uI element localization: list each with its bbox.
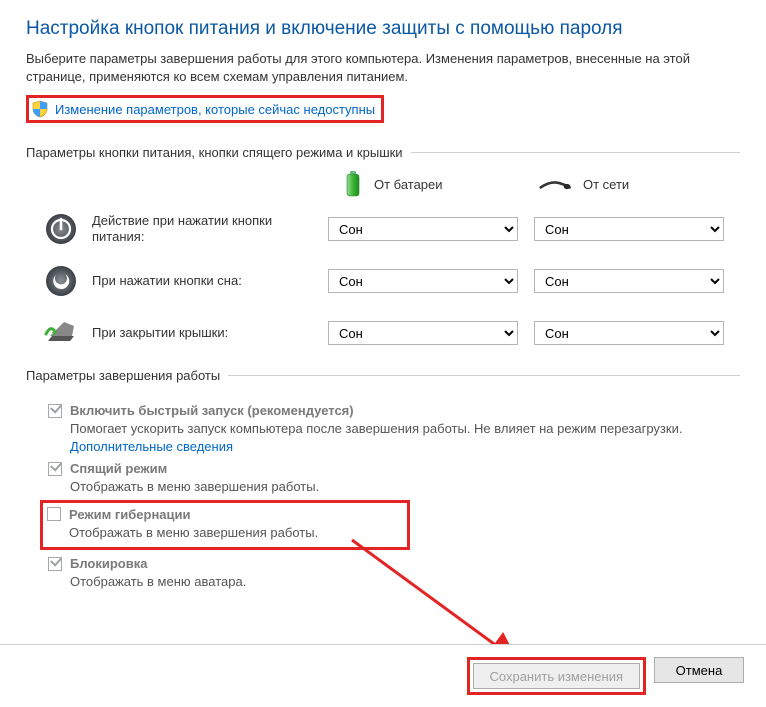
lid-close-icon <box>44 316 78 350</box>
cancel-button[interactable]: Отмена <box>654 657 744 683</box>
column-headers: От батареи От сети <box>26 170 740 198</box>
power-button-battery-select[interactable]: Сон <box>328 217 518 241</box>
page-title: Настройка кнопок питания и включение защ… <box>26 18 740 40</box>
section-buttons-label: Параметры кнопки питания, кнопки спящего… <box>26 145 403 160</box>
power-button-icon <box>44 212 78 246</box>
lid-close-battery-select[interactable]: Сон <box>328 321 518 345</box>
column-ac-label: От сети <box>583 177 629 192</box>
more-info-link[interactable]: Дополнительные сведения <box>70 439 233 454</box>
lid-close-ac-select[interactable]: Сон <box>534 321 724 345</box>
section-buttons-header: Параметры кнопки питания, кнопки спящего… <box>26 145 740 160</box>
row-lid-label: При закрытии крышки: <box>92 325 228 341</box>
column-battery-label: От батареи <box>374 177 443 192</box>
lock-menu-item: Блокировка Отображать в меню аватара. <box>48 556 740 591</box>
section-shutdown-header: Параметры завершения работы <box>26 368 740 383</box>
sleep-button-icon <box>44 264 78 298</box>
battery-icon <box>342 170 364 198</box>
fast-startup-item: Включить быстрый запуск (рекомендуется) … <box>48 403 740 455</box>
admin-link-highlight: Изменение параметров, которые сейчас нед… <box>26 95 384 123</box>
row-power-button: Действие при нажатии кнопки питания: Сон… <box>26 212 740 246</box>
hibernate-highlight-box: Режим гибернации Отображать в меню завер… <box>40 500 410 551</box>
save-changes-button[interactable]: Сохранить изменения <box>473 663 641 689</box>
row-sleep-button: При нажатии кнопки сна: Сон Сон <box>26 264 740 298</box>
power-button-ac-select[interactable]: Сон <box>534 217 724 241</box>
shield-icon <box>31 100 49 118</box>
hibernate-menu-title: Режим гибернации <box>69 507 191 522</box>
sleep-menu-desc: Отображать в меню завершения работы. <box>70 478 740 496</box>
row-lid-close: При закрытии крышки: Сон Сон <box>26 316 740 350</box>
intro-text: Выберите параметры завершения работы для… <box>26 50 740 85</box>
lock-menu-checkbox <box>48 557 62 571</box>
hibernate-menu-item: Режим гибернации Отображать в меню завер… <box>47 507 399 542</box>
save-button-highlight: Сохранить изменения <box>467 657 647 695</box>
divider <box>411 152 740 153</box>
row-power-label: Действие при нажатии кнопки питания: <box>92 213 328 246</box>
hibernate-menu-desc: Отображать в меню завершения работы. <box>69 524 399 542</box>
section-shutdown-label: Параметры завершения работы <box>26 368 220 383</box>
fast-startup-checkbox <box>48 404 62 418</box>
divider <box>228 375 740 376</box>
sleep-button-ac-select[interactable]: Сон <box>534 269 724 293</box>
footer-bar: Сохранить изменения Отмена <box>0 644 766 707</box>
fast-startup-title: Включить быстрый запуск (рекомендуется) <box>70 403 354 418</box>
sleep-menu-item: Спящий режим Отображать в меню завершени… <box>48 461 740 496</box>
sleep-button-battery-select[interactable]: Сон <box>328 269 518 293</box>
fast-startup-desc: Помогает ускорить запуск компьютера посл… <box>70 420 740 455</box>
row-sleep-label: При нажатии кнопки сна: <box>92 273 242 289</box>
change-unavailable-settings-link[interactable]: Изменение параметров, которые сейчас нед… <box>55 102 375 117</box>
lock-menu-title: Блокировка <box>70 556 147 571</box>
hibernate-menu-checkbox <box>47 507 61 521</box>
sleep-menu-title: Спящий режим <box>70 461 167 476</box>
lock-menu-desc: Отображать в меню аватара. <box>70 573 740 591</box>
sleep-menu-checkbox <box>48 462 62 476</box>
plug-icon <box>539 174 573 194</box>
